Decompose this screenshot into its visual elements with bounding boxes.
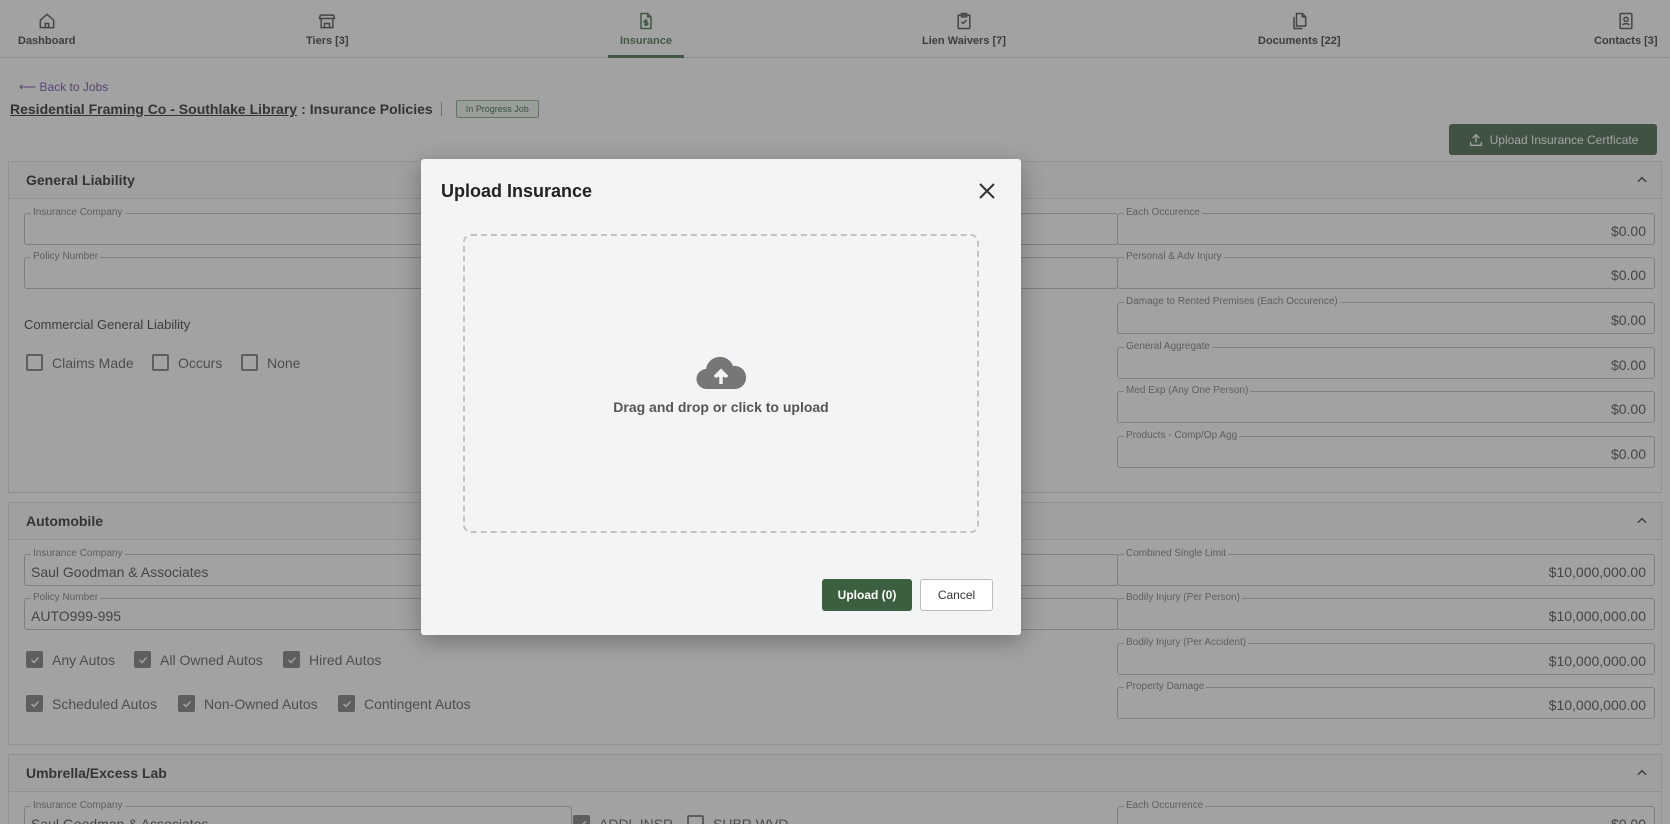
upload-button[interactable]: Upload (0)	[822, 579, 912, 611]
cloud-upload-icon	[696, 356, 747, 389]
file-dropzone[interactable]: Drag and drop or click to upload	[463, 234, 979, 533]
modal-title: Upload Insurance	[441, 181, 593, 201]
cancel-button[interactable]: Cancel	[920, 579, 993, 611]
close-icon[interactable]	[975, 179, 999, 203]
dropzone-text: Drag and drop or click to upload	[613, 398, 829, 415]
upload-insurance-modal: Upload Insurance Drag and drop or click …	[421, 159, 1021, 635]
